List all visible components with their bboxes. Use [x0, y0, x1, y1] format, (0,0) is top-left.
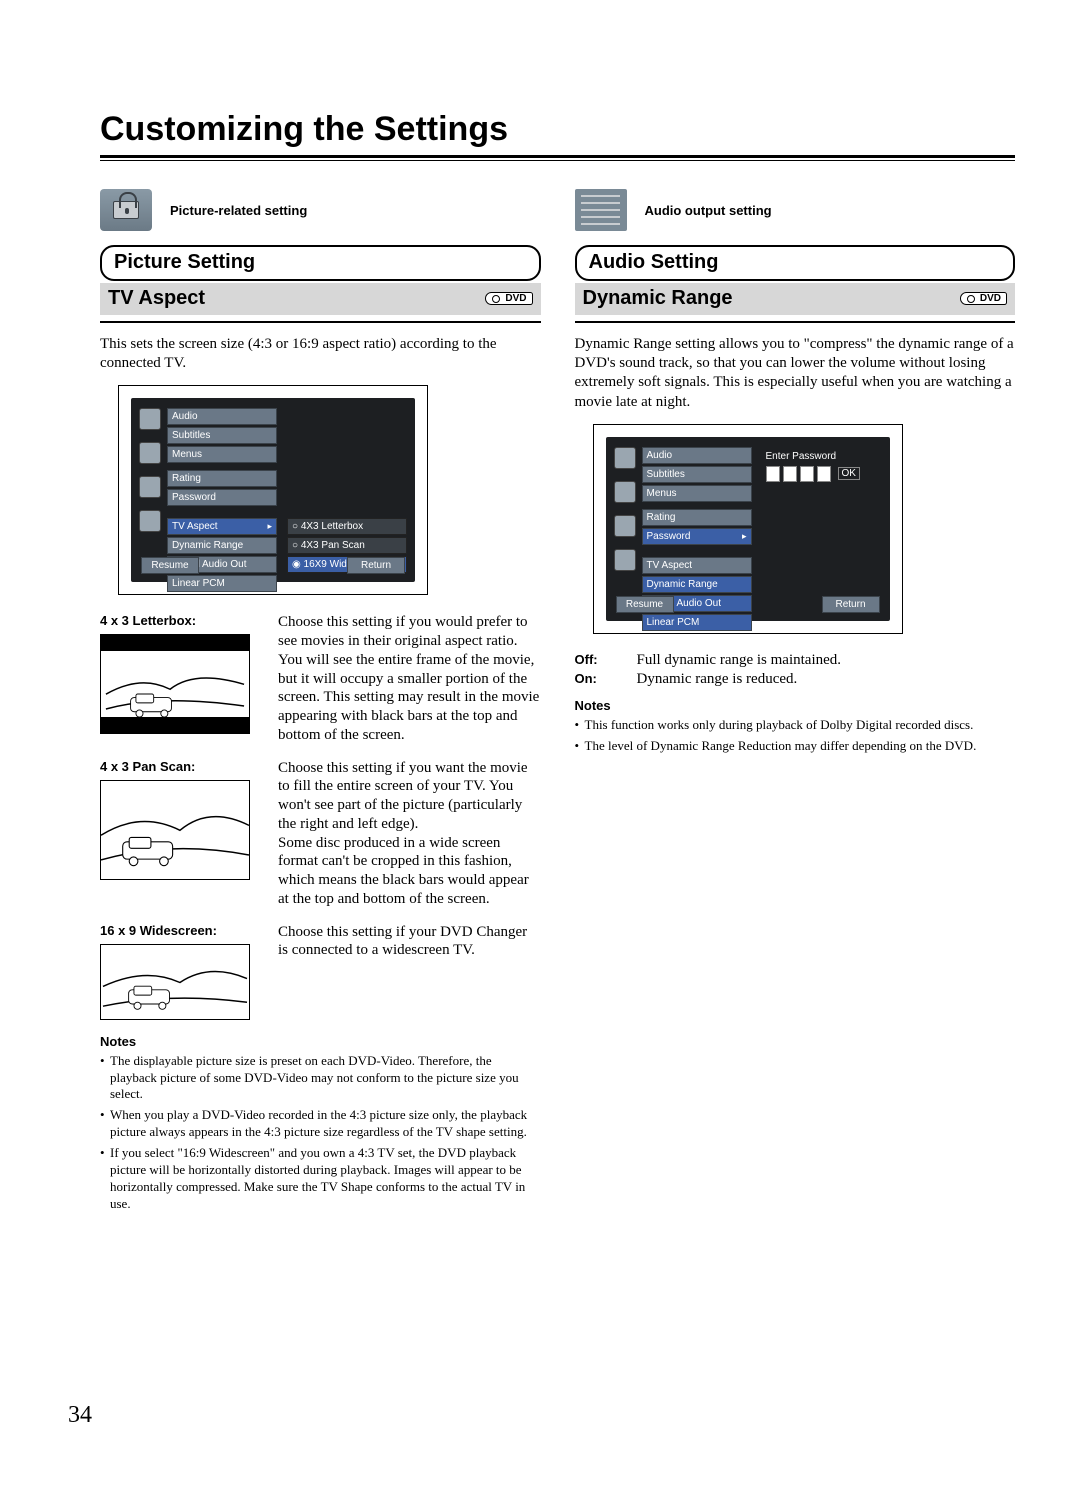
- menu-resume-button: Resume: [616, 596, 674, 613]
- menu-item: Menus: [167, 446, 277, 463]
- notes-list: The displayable picture size is preset o…: [100, 1053, 541, 1213]
- audio-icon-caption: Audio output setting: [645, 203, 772, 218]
- divider: [100, 321, 541, 323]
- widescreen-label: 16 x 9 Widescreen:: [100, 923, 250, 938]
- dynamic-range-heading: Dynamic Range: [583, 287, 733, 310]
- menu-item: Rating: [642, 509, 752, 526]
- page-title: Customizing the Settings: [100, 110, 1015, 149]
- menu-item: Dynamic Range: [167, 537, 277, 554]
- left-column: Picture-related setting Picture Setting …: [100, 189, 541, 1217]
- dvd-badge-icon: DVD: [485, 292, 532, 305]
- panscan-label: 4 x 3 Pan Scan:: [100, 759, 250, 774]
- note-item: The displayable picture size is preset o…: [100, 1053, 541, 1104]
- menu-item: Audio: [642, 447, 752, 464]
- picture-setting-heading: Picture Setting: [100, 245, 541, 281]
- menu-item: Linear PCM: [642, 614, 752, 631]
- on-label: On:: [575, 671, 629, 688]
- audio-menu-icon: [575, 189, 627, 231]
- on-desc: Dynamic range is reduced.: [637, 671, 1016, 688]
- menu-resume-button: Resume: [141, 557, 199, 574]
- picture-icon-caption: Picture-related setting: [170, 203, 307, 218]
- tv-aspect-menu-screenshot: Audio Subtitles Menus Rating Password TV…: [118, 385, 428, 595]
- menu-item-selected: TV Aspect: [167, 518, 277, 535]
- notes-heading: Notes: [100, 1034, 541, 1049]
- menu-item: TV Aspect: [642, 557, 752, 574]
- password-box: [766, 466, 780, 482]
- menu-item: Subtitles: [642, 466, 752, 483]
- letterbox-label: 4 x 3 Letterbox:: [100, 613, 250, 628]
- dynamic-range-intro: Dynamic Range setting allows you to "com…: [575, 335, 1016, 412]
- title-rule: [100, 155, 1015, 161]
- menu-option: 4X3 Letterbox: [287, 518, 407, 535]
- audio-setting-heading: Audio Setting: [575, 245, 1016, 281]
- password-box: [783, 466, 797, 482]
- menu-item: Rating: [167, 470, 277, 487]
- password-box: [800, 466, 814, 482]
- note-item: The level of Dynamic Range Reduction may…: [575, 738, 1016, 755]
- menu-return-button: Return: [347, 557, 405, 574]
- note-item: When you play a DVD-Video recorded in th…: [100, 1107, 541, 1141]
- menu-item-selected: Password: [642, 528, 752, 545]
- dynamic-range-menu-screenshot: Audio Subtitles Menus Rating Password TV…: [593, 424, 903, 634]
- tv-aspect-intro: This sets the screen size (4:3 or 16:9 a…: [100, 335, 541, 373]
- panscan-desc: Choose this setting if you want the movi…: [278, 759, 541, 909]
- menu-return-button: Return: [822, 596, 880, 613]
- enter-password-label: Enter Password: [766, 451, 876, 462]
- password-box: [817, 466, 831, 482]
- off-label: Off:: [575, 652, 629, 669]
- widescreen-illustration: [100, 944, 250, 1020]
- menu-item: Linear PCM: [167, 575, 277, 592]
- panscan-illustration: [100, 780, 250, 880]
- menu-item: Menus: [642, 485, 752, 502]
- lock-icon: [100, 189, 152, 231]
- off-desc: Full dynamic range is maintained.: [637, 652, 1016, 669]
- letterbox-illustration: [100, 634, 250, 734]
- right-column: Audio output setting Audio Setting Dynam…: [575, 189, 1016, 1217]
- letterbox-desc: Choose this setting if you would prefer …: [278, 613, 541, 744]
- divider: [575, 321, 1016, 323]
- note-item: This function works only during playback…: [575, 717, 1016, 734]
- menu-item: Dynamic Range: [642, 576, 752, 593]
- menu-item: Audio: [167, 408, 277, 425]
- dvd-badge-icon: DVD: [960, 292, 1007, 305]
- tv-aspect-heading: TV Aspect: [108, 287, 205, 310]
- notes-list: This function works only during playback…: [575, 717, 1016, 755]
- menu-option: 4X3 Pan Scan: [287, 537, 407, 554]
- menu-item: Password: [167, 489, 277, 506]
- widescreen-desc: Choose this setting if your DVD Changer …: [278, 923, 541, 1020]
- note-item: If you select "16:9 Widescreen" and you …: [100, 1145, 541, 1213]
- password-ok: OK: [838, 467, 860, 480]
- page-number: 34: [68, 1402, 92, 1429]
- menu-item: Subtitles: [167, 427, 277, 444]
- notes-heading: Notes: [575, 698, 1016, 713]
